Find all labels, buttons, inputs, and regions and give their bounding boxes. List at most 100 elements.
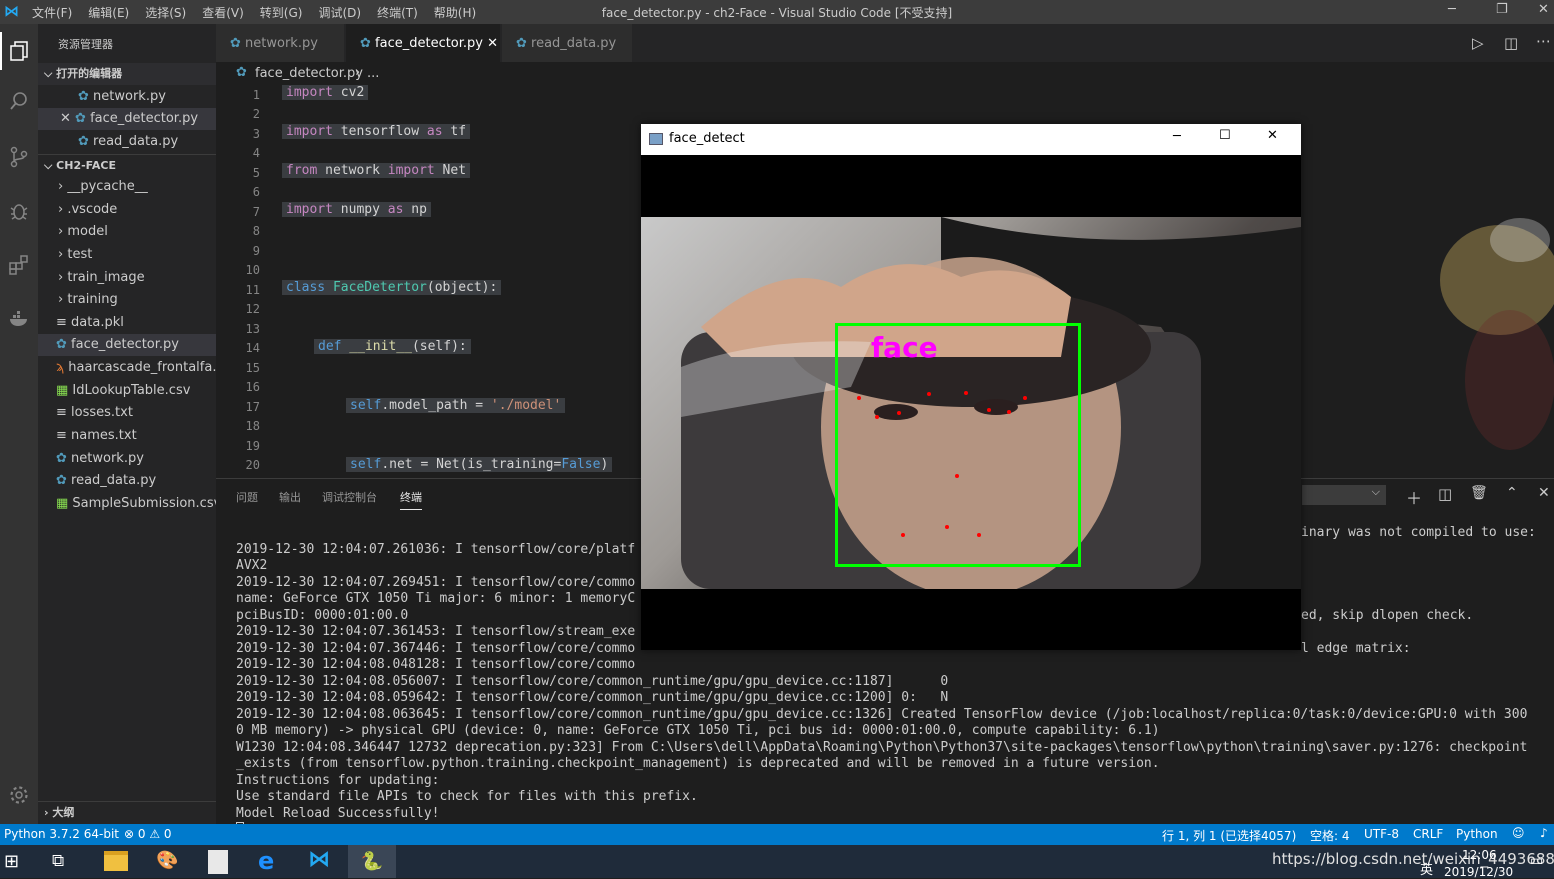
source-control-icon[interactable]	[0, 138, 38, 176]
document-icon[interactable]	[208, 850, 228, 874]
outline-section[interactable]: › 大纲	[38, 801, 216, 823]
file-explorer-icon[interactable]	[104, 851, 128, 871]
file-idlookuptable[interactable]: ▦ IdLookupTable.csv	[38, 380, 216, 402]
edge-browser-icon[interactable]: e	[258, 847, 274, 875]
close-icon[interactable]: ✕	[1538, 2, 1549, 17]
breadcrumb-rest[interactable]: ...	[367, 66, 379, 81]
terminal-select-dropdown[interactable]: ⌵	[1302, 485, 1386, 505]
open-editor-network[interactable]: ✿ network.py	[38, 86, 216, 108]
python-file-icon: ✿	[78, 134, 94, 149]
vscode-taskbar-icon[interactable]: ⋈	[308, 847, 330, 872]
debug-icon[interactable]	[0, 192, 38, 230]
line-number: 6	[252, 185, 260, 199]
code-line[interactable]: from network import Net	[282, 163, 471, 178]
file-names[interactable]: ≡ names.txt	[38, 425, 216, 447]
close-panel-icon[interactable]: ✕	[1538, 485, 1550, 501]
tab-face-detector[interactable]: ✿ face_detector.py ✕	[346, 24, 500, 62]
breadcrumb-file[interactable]: face_detector.py	[255, 66, 363, 81]
explorer-icon[interactable]	[0, 32, 38, 70]
chevron-down-icon: ⌵	[44, 67, 57, 80]
tab-output[interactable]: 输出	[279, 489, 301, 505]
file-data-pkl[interactable]: ≡ data.pkl	[38, 312, 216, 334]
cv-minimize-icon[interactable]: ─	[1173, 129, 1181, 144]
line-number: 17	[245, 400, 260, 414]
line-ending[interactable]: CRLF	[1413, 827, 1443, 841]
tab-debug-console[interactable]: 调试控制台	[322, 489, 377, 505]
maximize-icon[interactable]: ❐	[1496, 2, 1508, 17]
paint-icon[interactable]: 🎨	[156, 850, 178, 871]
open-editor-read-data[interactable]: ✿ read_data.py	[38, 131, 216, 153]
python-file-icon: ✿	[230, 36, 246, 51]
cv-maximize-icon[interactable]: ☐	[1219, 128, 1231, 143]
tray-clock-date[interactable]: 2019/12/30	[1444, 865, 1513, 879]
line-number: 11	[245, 283, 260, 297]
app-icon	[649, 133, 663, 145]
file-haarcascade[interactable]: ϡ haarcascade_frontalfa...	[38, 357, 216, 379]
terminal-line: _exists (from tensorflow.python.training…	[236, 756, 1160, 771]
cv-close-icon[interactable]: ✕	[1267, 128, 1278, 143]
line-number: 4	[252, 146, 260, 160]
file-samplesubmission[interactable]: ▦ SampleSubmission.csv	[38, 493, 216, 515]
chevron-up-icon[interactable]: ⌃	[1506, 485, 1518, 501]
encoding[interactable]: UTF-8	[1364, 827, 1399, 841]
file-read-data[interactable]: ✿ read_data.py	[38, 470, 216, 492]
tab-terminal[interactable]: 终端	[400, 489, 422, 510]
chevron-right-icon: ›	[58, 179, 68, 194]
folder-pycache[interactable]: › __pycache__	[38, 176, 216, 198]
close-tab-icon[interactable]: ✕	[483, 36, 498, 51]
code-line[interactable]: def __init__(self):	[314, 339, 471, 354]
tab-problems[interactable]: 问题	[236, 489, 258, 505]
tab-network[interactable]: ✿ network.py	[216, 24, 344, 62]
cursor-position[interactable]: 行 1, 列 1 (已选择4057)	[1162, 827, 1296, 844]
code-line[interactable]: import tensorflow as tf	[282, 124, 471, 139]
code-line[interactable]: import cv2	[282, 85, 369, 100]
code-line[interactable]: import numpy as np	[282, 202, 431, 217]
search-icon[interactable]	[0, 82, 38, 120]
folder-test[interactable]: › test	[38, 244, 216, 266]
notification-bell-icon[interactable]: ♪	[1540, 826, 1548, 840]
language-mode[interactable]: Python	[1456, 827, 1498, 841]
code-line[interactable]: class FaceDetertor(object):	[282, 280, 502, 295]
folder-train-image[interactable]: › train_image	[38, 267, 216, 289]
code-line[interactable]: self.net = Net(is_training=False)	[346, 457, 613, 472]
close-editor-icon[interactable]: ✕	[60, 111, 75, 126]
task-view-icon[interactable]: ⧉	[52, 851, 64, 871]
file-losses[interactable]: ≡ losses.txt	[38, 402, 216, 424]
minimize-icon[interactable]: ─	[1448, 2, 1456, 17]
line-number: 15	[245, 361, 260, 375]
cv-window-titlebar[interactable]: face_detect ─ ☐ ✕	[641, 124, 1301, 155]
python-taskbar-icon[interactable]: 🐍	[348, 845, 396, 878]
folder-vscode[interactable]: › .vscode	[38, 199, 216, 221]
split-terminal-icon[interactable]: ◫	[1438, 485, 1452, 503]
windows-start-icon[interactable]: ⊞	[4, 851, 19, 872]
feedback-smiley-icon[interactable]: ☺	[1512, 826, 1525, 840]
split-editor-icon[interactable]: ◫	[1504, 34, 1518, 52]
settings-gear-icon[interactable]	[0, 776, 38, 814]
line-number: 19	[245, 439, 260, 453]
problems-indicator[interactable]: ⊗ 0 ⚠ 0	[124, 827, 172, 841]
terminal-line: Instructions for updating:	[236, 772, 440, 788]
run-icon[interactable]: ▷	[1472, 34, 1484, 52]
tray-clock-time[interactable]: 12:06	[1462, 848, 1497, 862]
folder-model[interactable]: › model	[38, 221, 216, 243]
tray-ime[interactable]: 英	[1420, 859, 1433, 878]
project-section[interactable]: ⌵ CH2-FACE	[38, 154, 216, 176]
extensions-icon[interactable]	[0, 246, 38, 284]
folder-training[interactable]: › training	[38, 289, 216, 311]
window-title: face_detector.py - ch2-Face - Visual Stu…	[601, 6, 953, 20]
more-actions-icon[interactable]: ⋯	[1536, 32, 1551, 50]
open-editor-face-detector[interactable]: ✕ ✿ face_detector.py	[38, 108, 216, 130]
action-center-icon[interactable]: ▭	[1530, 853, 1543, 869]
background-character-image	[1440, 218, 1554, 450]
open-editors-section[interactable]: ⌵ 打开的编辑器	[38, 63, 216, 85]
docker-icon[interactable]	[0, 300, 38, 338]
indentation[interactable]: 空格: 4	[1310, 827, 1350, 844]
file-network[interactable]: ✿ network.py	[38, 448, 216, 470]
line-number: 18	[245, 419, 260, 433]
tab-read-data[interactable]: ✿ read_data.py	[502, 24, 632, 62]
python-interpreter[interactable]: Python 3.7.2 64-bit	[4, 827, 119, 841]
new-terminal-icon[interactable]: ＋	[1406, 485, 1422, 509]
code-line[interactable]: self.model_path = './model'	[346, 398, 566, 413]
trash-icon[interactable]: 🗑	[1470, 485, 1488, 501]
file-face-detector[interactable]: ✿ face_detector.py	[38, 334, 216, 356]
